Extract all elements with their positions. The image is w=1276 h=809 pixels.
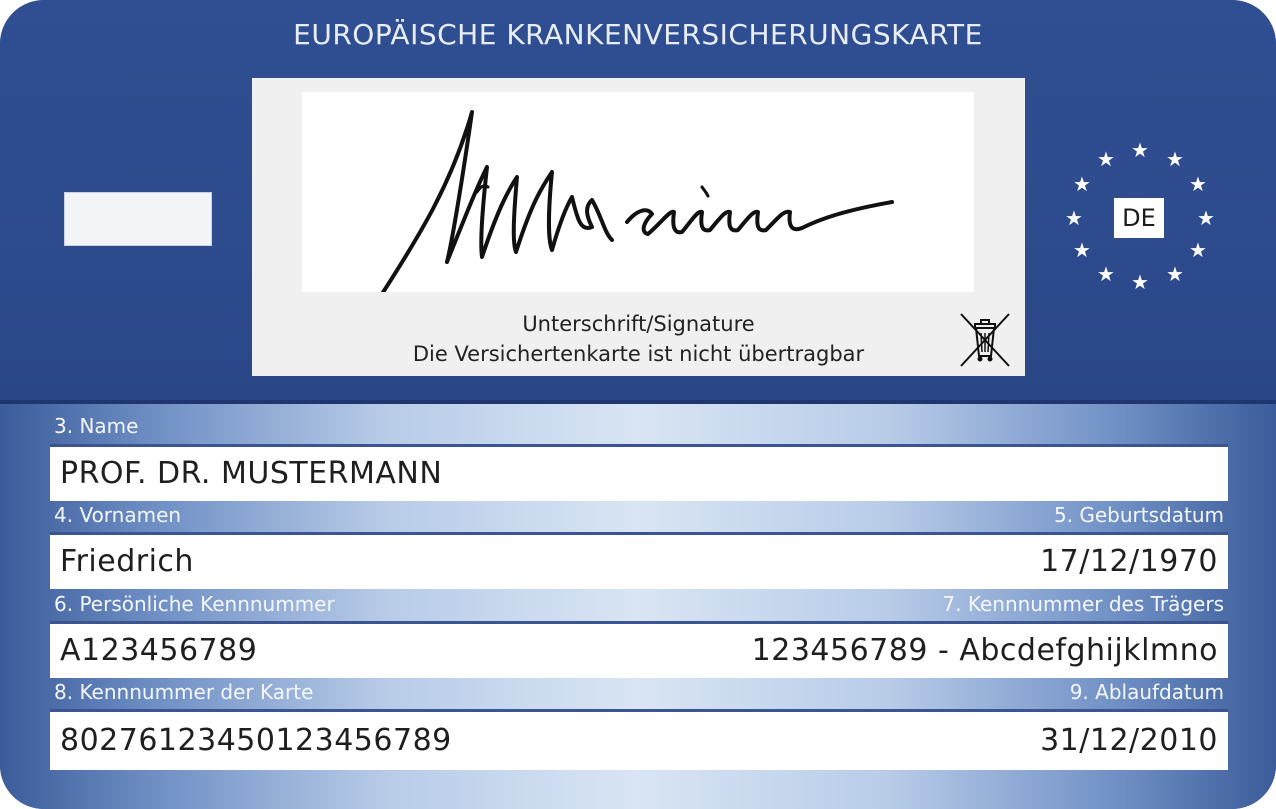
birth-date-label: 5. Geburtsdatum <box>1053 503 1224 527</box>
star-icon: ★ <box>1131 270 1149 294</box>
card-id-value: 80276123450123456789 <box>60 723 452 758</box>
crossed-out-wheelie-bin-icon <box>960 313 1010 367</box>
institution-id-value: 123456789 - Abcdefghijklmno <box>751 633 1218 668</box>
star-icon: ★ <box>1097 262 1115 286</box>
card-fields-section: 3. Name PROF. DR. MUSTERMANN 4. Vornamen… <box>0 404 1276 809</box>
expiry-date-value: 31/12/2010 <box>1040 723 1218 758</box>
card-header-band: EUROPÄISCHE KRANKENVERSICHERUNGSKARTE Un… <box>0 0 1276 404</box>
card-id-label: 8. Kennnummer der Karte <box>54 680 314 704</box>
signature-area <box>302 92 974 292</box>
signature-caption: Unterschrift/Signature <box>522 312 755 336</box>
name-field: PROF. DR. MUSTERMANN <box>50 444 1228 501</box>
health-insurance-card: EUROPÄISCHE KRANKENVERSICHERUNGSKARTE Un… <box>0 0 1276 809</box>
star-icon: ★ <box>1166 262 1184 286</box>
card-id-expiry-field: 80276123450123456789 31/12/2010 <box>50 709 1228 770</box>
personal-institution-id-field: A123456789 123456789 - Abcdefghijklmno <box>50 621 1228 678</box>
signature-panel: Unterschrift/Signature Die Versichertenk… <box>252 78 1025 376</box>
country-code-badge: DE <box>1114 198 1164 238</box>
star-icon: ★ <box>1166 147 1184 171</box>
star-icon: ★ <box>1131 138 1149 162</box>
star-icon: ★ <box>1189 172 1207 196</box>
given-names-value: Friedrich <box>60 544 194 579</box>
star-icon: ★ <box>1197 206 1215 230</box>
card-title: EUROPÄISCHE KRANKENVERSICHERUNGSKARTE <box>293 18 983 51</box>
star-icon: ★ <box>1189 238 1207 262</box>
eu-stars-emblem: ★ ★ ★ ★ ★ ★ ★ ★ ★ ★ ★ ★ DE <box>1060 140 1220 300</box>
handwritten-signature <box>380 110 894 292</box>
personal-id-label: 6. Persönliche Kennnummer <box>54 592 335 616</box>
given-names-label: 4. Vornamen <box>54 503 182 527</box>
non-transferable-note: Die Versichertenkarte ist nicht übertrag… <box>412 342 865 366</box>
star-icon: ★ <box>1097 147 1115 171</box>
name-label: 3. Name <box>54 414 139 438</box>
star-icon: ★ <box>1065 206 1083 230</box>
institution-id-label: 7. Kennnummer des Trägers <box>942 592 1224 616</box>
personal-id-value: A123456789 <box>60 633 258 668</box>
star-icon: ★ <box>1073 238 1091 262</box>
expiry-date-label: 9. Ablaufdatum <box>1069 680 1224 704</box>
name-value: PROF. DR. MUSTERMANN <box>60 456 443 491</box>
star-icon: ★ <box>1073 172 1091 196</box>
given-names-birth-date-field: Friedrich 17/12/1970 <box>50 532 1228 589</box>
birth-date-value: 17/12/1970 <box>1040 544 1218 579</box>
chip-slot <box>64 192 212 246</box>
